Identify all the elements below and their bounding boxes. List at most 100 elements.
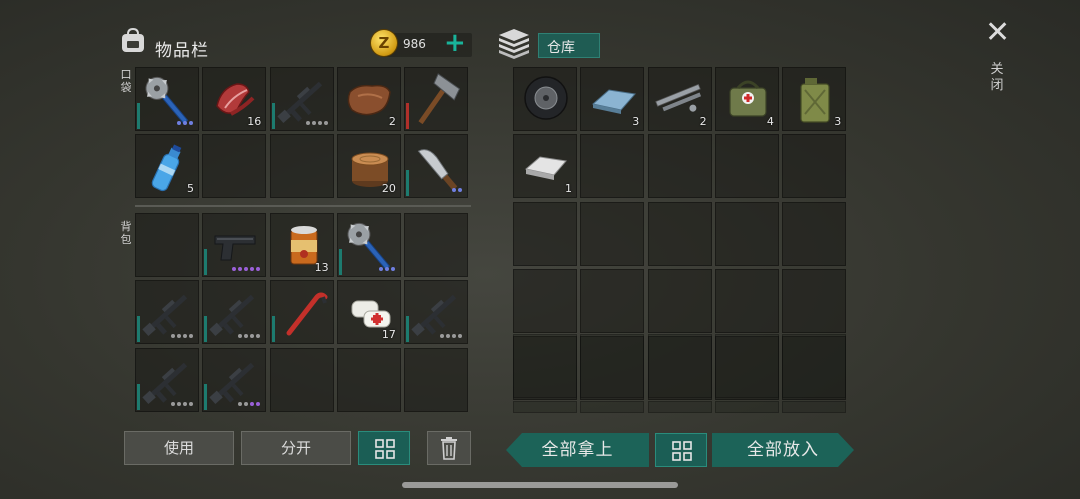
empty-slot[interactable] xyxy=(513,401,577,413)
sort-inventory-button[interactable] xyxy=(358,431,410,465)
coin-icon: Z xyxy=(371,30,397,56)
backpack-icon xyxy=(119,27,147,54)
empty-slot[interactable] xyxy=(269,134,334,199)
empty-slot[interactable] xyxy=(714,401,779,413)
empty-slot[interactable] xyxy=(647,334,712,398)
inventory-slot[interactable]: 1 xyxy=(513,134,577,199)
quality-dots xyxy=(440,334,463,339)
grid-sort-icon xyxy=(375,439,395,459)
close-icon[interactable]: ✕ xyxy=(985,18,1010,48)
item-count: 5 xyxy=(187,182,194,196)
inventory-slot[interactable] xyxy=(404,280,469,345)
inventory-slot[interactable]: 4 xyxy=(714,67,779,131)
inventory-slot[interactable] xyxy=(513,67,577,131)
item-count: 16 xyxy=(247,115,262,128)
empty-slot[interactable] xyxy=(782,401,847,413)
grid-sort-icon xyxy=(672,441,692,461)
close-label: 关闭 xyxy=(990,62,1004,93)
storage-box-icon xyxy=(496,27,532,59)
split-button[interactable]: 分开 xyxy=(241,431,351,465)
pocket-label: 口袋 xyxy=(120,68,132,94)
inventory-slot[interactable] xyxy=(202,280,267,345)
inventory-slot[interactable]: 16 xyxy=(202,67,267,131)
item-count: 2 xyxy=(699,115,707,128)
inventory-slot[interactable]: 3 xyxy=(782,67,847,131)
hatchet-icon xyxy=(418,73,461,125)
inventory-slot[interactable] xyxy=(135,67,199,131)
empty-slot[interactable] xyxy=(513,334,577,398)
empty-slot[interactable] xyxy=(714,268,779,333)
trash-icon xyxy=(441,437,457,460)
put-all-button[interactable]: 全部放入 xyxy=(712,433,854,467)
empty-slot[interactable] xyxy=(714,201,779,266)
inventory-slot[interactable]: 17 xyxy=(336,280,401,345)
inventory-slot[interactable] xyxy=(336,213,401,277)
empty-slot[interactable] xyxy=(404,213,469,277)
take-all-label: 全部拿上 xyxy=(506,433,649,467)
inventory-slot[interactable] xyxy=(135,280,199,345)
coin-count: 986 xyxy=(403,37,426,51)
item-count: 2 xyxy=(388,115,396,128)
empty-slot[interactable] xyxy=(580,401,645,413)
empty-slot[interactable] xyxy=(647,268,712,333)
quality-dots xyxy=(238,401,261,406)
empty-slot[interactable] xyxy=(580,134,645,199)
empty-slot[interactable] xyxy=(202,134,267,199)
inventory-slot[interactable] xyxy=(202,347,267,412)
inventory-slot[interactable] xyxy=(135,347,199,412)
inventory-slot[interactable]: 13 xyxy=(269,213,334,277)
quality-dots xyxy=(378,267,395,271)
empty-slot[interactable] xyxy=(580,334,645,398)
storage-title: 仓库 xyxy=(538,33,600,58)
inventory-slot[interactable]: 2 xyxy=(647,67,712,131)
quality-dots xyxy=(171,401,193,406)
inventory-slot[interactable] xyxy=(404,67,469,131)
item-count: 3 xyxy=(834,115,842,128)
inventory-slot[interactable]: 20 xyxy=(336,134,401,199)
crowbar-icon xyxy=(286,292,328,336)
quality-dots xyxy=(452,188,463,193)
inventory-title: 物品栏 xyxy=(155,41,209,61)
inventory-slot[interactable]: 3 xyxy=(580,67,645,131)
empty-slot[interactable] xyxy=(513,268,577,333)
empty-slot[interactable] xyxy=(647,401,712,413)
item-count: 13 xyxy=(314,261,329,274)
empty-slot[interactable] xyxy=(782,201,847,266)
empty-slot[interactable] xyxy=(647,134,712,199)
empty-slot[interactable] xyxy=(782,268,847,333)
trash-button[interactable] xyxy=(427,431,471,465)
close-panel[interactable]: ✕ 关闭 xyxy=(980,18,1014,108)
empty-slot[interactable] xyxy=(513,201,577,266)
inventory-slot[interactable] xyxy=(404,134,469,199)
sort-storage-button[interactable] xyxy=(655,433,707,467)
inventory-slot[interactable] xyxy=(269,280,334,345)
inventory-slot[interactable] xyxy=(269,67,334,131)
quality-dots xyxy=(238,334,261,339)
tire-icon xyxy=(524,76,568,120)
empty-slot[interactable] xyxy=(269,347,334,412)
empty-slot[interactable] xyxy=(404,347,469,412)
item-count: 20 xyxy=(381,182,396,196)
put-all-label: 全部放入 xyxy=(712,433,854,467)
empty-slot[interactable] xyxy=(135,213,199,277)
inventory-slot[interactable]: 2 xyxy=(336,67,401,131)
empty-slot[interactable] xyxy=(714,334,779,398)
inventory-slot[interactable] xyxy=(202,213,267,277)
empty-slot[interactable] xyxy=(336,347,401,412)
use-button[interactable]: 使用 xyxy=(124,431,234,465)
empty-slot[interactable] xyxy=(580,201,645,266)
empty-slot[interactable] xyxy=(580,268,645,333)
empty-slot[interactable] xyxy=(647,201,712,266)
inventory-slot[interactable]: 5 xyxy=(135,134,199,199)
empty-slot[interactable] xyxy=(714,134,779,199)
item-count: 1 xyxy=(565,182,572,196)
item-count: 17 xyxy=(381,328,396,342)
take-all-button[interactable]: 全部拿上 xyxy=(506,433,649,467)
quality-dots xyxy=(232,267,261,271)
add-coins-button[interactable]: + xyxy=(444,30,466,56)
quality-dots xyxy=(171,334,193,339)
quality-dots xyxy=(177,121,193,125)
empty-slot[interactable] xyxy=(782,334,847,398)
home-indicator[interactable] xyxy=(402,482,678,488)
empty-slot[interactable] xyxy=(782,134,847,199)
